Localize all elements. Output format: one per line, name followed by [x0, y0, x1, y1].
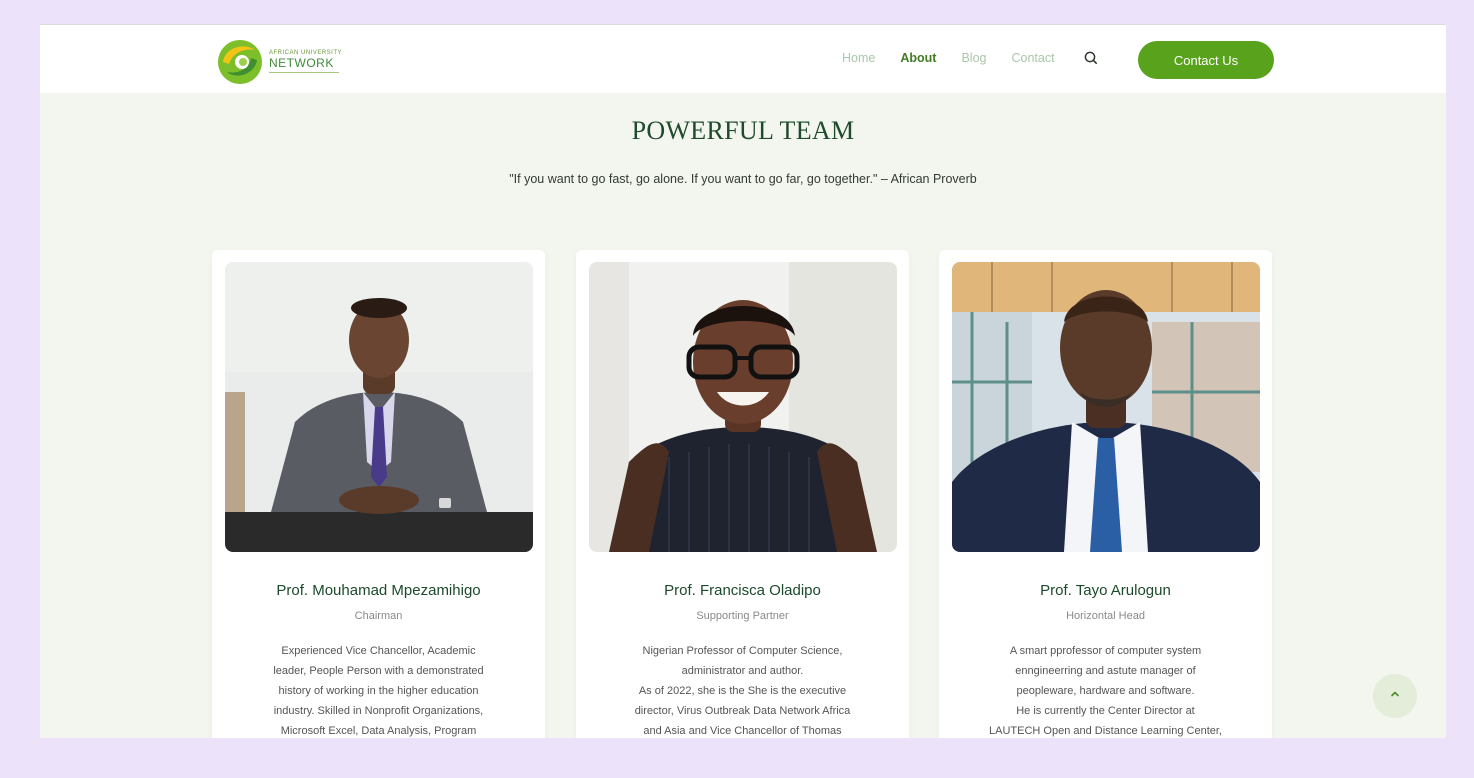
- chevron-up-icon: [1389, 687, 1401, 705]
- logo-big-text: NETWORK: [269, 55, 334, 70]
- team-section: POWERFUL TEAM "If you want to go fast, g…: [40, 93, 1446, 738]
- member-role: Horizontal Head: [1066, 610, 1145, 622]
- web-page: AFRICAN UNIVERSITY NETWORK Home About Bl…: [40, 24, 1446, 738]
- member-photo: [952, 262, 1260, 552]
- nav-blog[interactable]: Blog: [961, 51, 986, 65]
- team-card: Prof. Francisca Oladipo Supporting Partn…: [576, 250, 909, 738]
- bio-line: LAUTECH Open and Distance Learning Cente…: [989, 725, 1222, 737]
- bio-line: Nigerian Professor of Computer Science,: [642, 645, 843, 657]
- bio-line: He is currently the Center Director at: [1016, 705, 1195, 717]
- bio-line: Experienced Vice Chancellor, Academic: [281, 645, 476, 657]
- member-photo: [225, 262, 533, 552]
- bio-line: administrator and author.: [681, 665, 804, 677]
- section-title: POWERFUL TEAM: [631, 116, 855, 145]
- screenshot-frame: AFRICAN UNIVERSITY NETWORK Home About Bl…: [0, 0, 1474, 778]
- member-role: Supporting Partner: [696, 610, 789, 622]
- section-quote: "If you want to go fast, go alone. If yo…: [509, 172, 977, 186]
- search-icon[interactable]: [1082, 49, 1100, 67]
- nav-home[interactable]: Home: [842, 51, 875, 65]
- member-photo: [589, 262, 897, 552]
- bio-line: history of working in the higher educati…: [278, 685, 479, 697]
- logo-underline: [269, 71, 339, 73]
- scroll-to-top-button[interactable]: [1373, 674, 1417, 718]
- bio-line: As of 2022, she is the She is the execut…: [638, 685, 847, 697]
- logo-small-text: AFRICAN UNIVERSITY: [269, 49, 343, 56]
- site-header: AFRICAN UNIVERSITY NETWORK Home About Bl…: [40, 25, 1446, 93]
- team-card: Prof. Tayo Arulogun Horizontal Head A sm…: [939, 250, 1272, 738]
- contact-us-button[interactable]: Contact Us: [1138, 41, 1274, 79]
- bio-line: leader, People Person with a demonstrate…: [273, 665, 484, 677]
- bio-line: director, Virus Outbreak Data Network Af…: [634, 705, 851, 717]
- nav-contact[interactable]: Contact: [1011, 51, 1054, 65]
- bio-line: Microsoft Excel, Data Analysis, Program: [280, 725, 477, 737]
- bio-line: A smart pprofessor of computer system: [1009, 645, 1202, 657]
- bio-line: peopleware, hardware and software.: [1016, 685, 1195, 697]
- member-bio: Experienced Vice Chancellor, Academic le…: [242, 641, 515, 738]
- member-name: Prof. Mouhamad Mpezamihigo: [276, 582, 481, 599]
- main-nav: Home About Blog Contact: [842, 49, 1100, 67]
- team-card: Prof. Mouhamad Mpezamihigo Chairman Expe…: [212, 250, 545, 738]
- member-name: Prof. Francisca Oladipo: [664, 582, 821, 599]
- member-name: Prof. Tayo Arulogun: [1040, 582, 1171, 599]
- nav-about[interactable]: About: [900, 51, 936, 65]
- member-bio: Nigerian Professor of Computer Science, …: [606, 641, 879, 738]
- bio-line: and Asia and Vice Chancellor of Thomas: [643, 725, 842, 737]
- member-bio: A smart pprofessor of computer system en…: [969, 641, 1242, 738]
- site-logo[interactable]: AFRICAN UNIVERSITY NETWORK: [215, 35, 355, 87]
- logo-mark-icon: [215, 36, 265, 86]
- member-role: Chairman: [354, 610, 403, 622]
- logo-wordmark: AFRICAN UNIVERSITY NETWORK: [269, 50, 342, 73]
- bio-line: industry. Skilled in Nonprofit Organizat…: [273, 705, 484, 717]
- bio-line: enngineerring and astute manager of: [1015, 665, 1196, 677]
